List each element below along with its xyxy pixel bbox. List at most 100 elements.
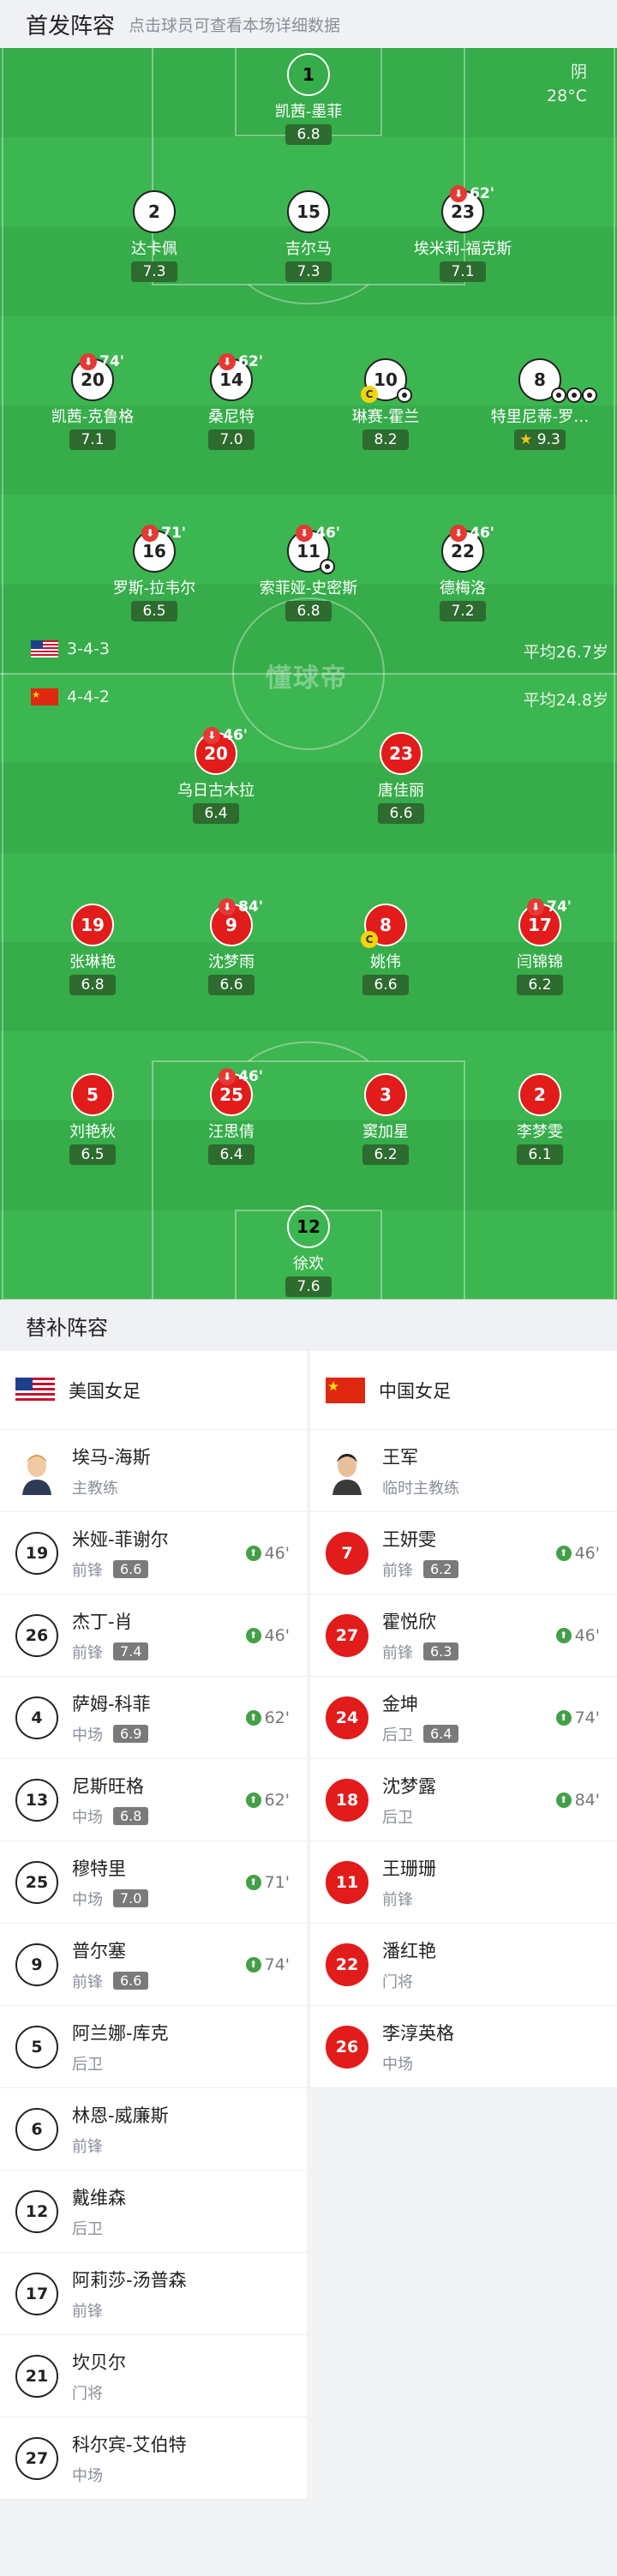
player-rating: 6.4 (208, 1144, 255, 1165)
player-rating-value: 6.4 (219, 1146, 243, 1163)
sub-off-icon: ⬇ (203, 727, 221, 744)
sub-player-row[interactable]: 5 阿兰娜-库克 后卫 (0, 2006, 307, 2088)
sub-on-icon: ⬆ (555, 1709, 572, 1726)
sub-off-icon: ⬇ (450, 525, 468, 542)
sub-player-rating: 6.2 (423, 1560, 459, 1578)
shirt-number: 26 (326, 2025, 368, 2069)
sub-minute: 62' (238, 353, 263, 370)
away-player[interactable]: 20 ⬇ 46' 乌日古木拉 6.4 (147, 727, 285, 824)
away-coach[interactable]: 王军 临时主教练 (310, 1430, 617, 1512)
sub-player-row[interactable]: 27 霍悦欣 前锋 6.3 ⬆ 46' (310, 1594, 617, 1677)
shirt-number-label: 12 (297, 1216, 320, 1237)
shirt-number-label: 25 (219, 1084, 243, 1105)
shirt-number: 24 (326, 1696, 368, 1739)
sub-player-row[interactable]: 21 坎贝尔 门将 (0, 2335, 307, 2417)
player-name: 德梅洛 (440, 579, 486, 597)
shirt-number-label: 11 (297, 541, 320, 561)
away-player[interactable]: 3 窦加星 6.2 (317, 1073, 454, 1165)
away-player[interactable]: 9 ⬇ 84' 沈梦雨 6.6 (163, 898, 300, 995)
home-player[interactable]: 1 凯茜-墨菲 6.8 (240, 53, 377, 145)
home-player[interactable]: 2 达卡佩 7.3 (86, 190, 223, 282)
sub-off-badge: ⬇ 84' (219, 898, 263, 916)
sub-off-badge: ⬇ 74' (80, 353, 124, 370)
away-player[interactable]: 17 ⬇ 74' 闫锦锦 6.2 (471, 898, 608, 995)
away-player[interactable]: 23 唐佳丽 6.6 (332, 732, 470, 824)
coach-name: 王军 (382, 1446, 418, 1468)
home-coach[interactable]: 埃马-海斯 主教练 (0, 1430, 307, 1512)
home-player[interactable]: 14 ⬇ 62' 桑尼特 7.0 (163, 353, 300, 450)
sub-player-row[interactable]: 4 萨姆-科菲 中场 6.9 ⬆ 62' (0, 1677, 307, 1759)
lineup-hint: 点击球员可查看本场详细数据 (129, 15, 341, 35)
sub-player-position: 前锋 (72, 1561, 103, 1580)
player-rating-value: 8.2 (374, 431, 398, 448)
shirt-number: 27 (15, 2436, 58, 2480)
player-rating: 6.8 (69, 975, 116, 995)
home-player[interactable]: 20 ⬇ 74' 凯茜-克鲁格 7.1 (24, 353, 161, 450)
sub-player-row[interactable]: 17 阿莉莎-汤普森 前锋 (0, 2253, 307, 2335)
sub-player-rating: 6.3 (423, 1642, 459, 1660)
home-player[interactable]: 16 ⬇ 71' 罗斯-拉韦尔 6.5 (86, 525, 223, 621)
sub-player-name: 沈梦露 (382, 1775, 436, 1797)
sub-on-icon: ⬆ (555, 1627, 572, 1643)
shirt-number-label: 17 (528, 915, 552, 935)
away-team-header: 中国女足 (310, 1351, 617, 1430)
sub-player-position: 后卫 (382, 1808, 413, 1827)
home-player[interactable]: 22 ⬇ 46' 德梅洛 7.2 (394, 525, 531, 621)
shirt-number: 5 (71, 1073, 114, 1116)
sub-on-icon: ⬆ (555, 1545, 572, 1561)
away-player[interactable]: 19 张琳艳 6.8 (24, 904, 161, 995)
sub-player-row[interactable]: 6 林恩-威廉斯 前锋 (0, 2088, 307, 2171)
shirt-number-label: 8 (534, 369, 546, 390)
shirt-number: 12 (15, 2189, 58, 2233)
sub-player-row[interactable]: 12 戴维森 后卫 (0, 2171, 307, 2253)
sub-player-row[interactable]: 19 米娅-菲谢尔 前锋 6.6 ⬆ 46' (0, 1512, 307, 1594)
sub-player-name: 潘红艳 (382, 1940, 436, 1961)
sub-player-name: 坎贝尔 (72, 2351, 126, 2373)
sub-player-row[interactable]: 11 王珊珊 前锋 (310, 1841, 617, 1924)
sub-on-badge: ⬆ 74' (555, 1708, 600, 1727)
sub-player-row[interactable]: 26 李淳英格 中场 (310, 2006, 617, 2088)
home-player[interactable]: 11 ⬇ 46' 索菲娅-史密斯 6.8 (240, 525, 377, 621)
sub-player-row[interactable]: 25 穆特里 中场 7.0 ⬆ 71' (0, 1841, 307, 1924)
player-rating: 6.4 (193, 803, 239, 824)
sub-on-badge: ⬆ 46' (555, 1544, 600, 1563)
away-player[interactable]: 12 徐欢 7.6 (240, 1205, 377, 1297)
home-player[interactable]: 10 C 琳赛-霍兰 8.2 (317, 358, 454, 450)
shirt-number: 5 (15, 2025, 58, 2069)
shirt-number-label: 2 (148, 201, 160, 222)
shirt-number: 9 ⬇ 84' (210, 898, 263, 946)
sub-on-minute: 71' (264, 1872, 290, 1892)
sub-off-badge: ⬇ 62' (450, 185, 494, 202)
player-name: 李梦雯 (517, 1123, 563, 1141)
sub-player-row[interactable]: 26 杰丁-肖 前锋 7.4 ⬆ 46' (0, 1594, 307, 1677)
sub-off-icon: ⬇ (219, 353, 237, 370)
sub-player-row[interactable]: 13 尼斯旺格 中场 6.8 ⬆ 62' (0, 1759, 307, 1841)
goal-ball-icon (566, 387, 582, 403)
home-team-name: 美国女足 (69, 1380, 141, 1402)
player-rating: 6.8 (285, 601, 332, 621)
away-player[interactable]: 5 刘艳秋 6.5 (24, 1073, 161, 1165)
home-avg-age: 平均26.7岁 (523, 643, 608, 662)
home-player[interactable]: 23 ⬇ 62' 埃米莉-福克斯 7.1 (394, 185, 531, 282)
sub-player-row[interactable]: 7 王妍雯 前锋 6.2 ⬆ 46' (310, 1512, 617, 1594)
home-player[interactable]: 8 特里尼蒂-罗… ★ 9.3 (471, 358, 608, 450)
sub-player-name: 杰丁-肖 (72, 1611, 133, 1632)
sub-player-row[interactable]: 18 沈梦露 后卫 ⬆ 84' (310, 1759, 617, 1841)
sub-player-row[interactable]: 24 金坤 后卫 6.4 ⬆ 74' (310, 1677, 617, 1759)
sub-off-badge: ⬇ 62' (219, 353, 263, 370)
sub-player-row[interactable]: 9 普尔塞 前锋 6.6 ⬆ 74' (0, 1924, 307, 2006)
home-team-header: 美国女足 (0, 1351, 307, 1430)
sub-on-minute: 62' (264, 1708, 290, 1727)
away-player[interactable]: 2 李梦雯 6.1 (471, 1073, 608, 1165)
sub-off-badge: ⬇ 46' (219, 1068, 263, 1085)
away-player[interactable]: 8 C 姚伟 6.6 (317, 904, 454, 995)
away-player[interactable]: 25 ⬇ 46' 汪思倩 6.4 (163, 1068, 300, 1165)
sub-player-position: 后卫 (382, 1726, 413, 1744)
sub-on-minute: 46' (574, 1625, 600, 1645)
shirt-number-label: 20 (81, 369, 105, 390)
sub-player-row[interactable]: 27 科尔宾-艾伯特 中场 (0, 2417, 307, 2500)
sub-player-row[interactable]: 22 潘红艳 门将 (310, 1924, 617, 2006)
sub-player-name: 阿莉莎-汤普森 (72, 2269, 187, 2291)
shirt-number: 20 ⬇ 46' (195, 727, 248, 775)
home-player[interactable]: 15 吉尔马 7.3 (240, 190, 377, 282)
